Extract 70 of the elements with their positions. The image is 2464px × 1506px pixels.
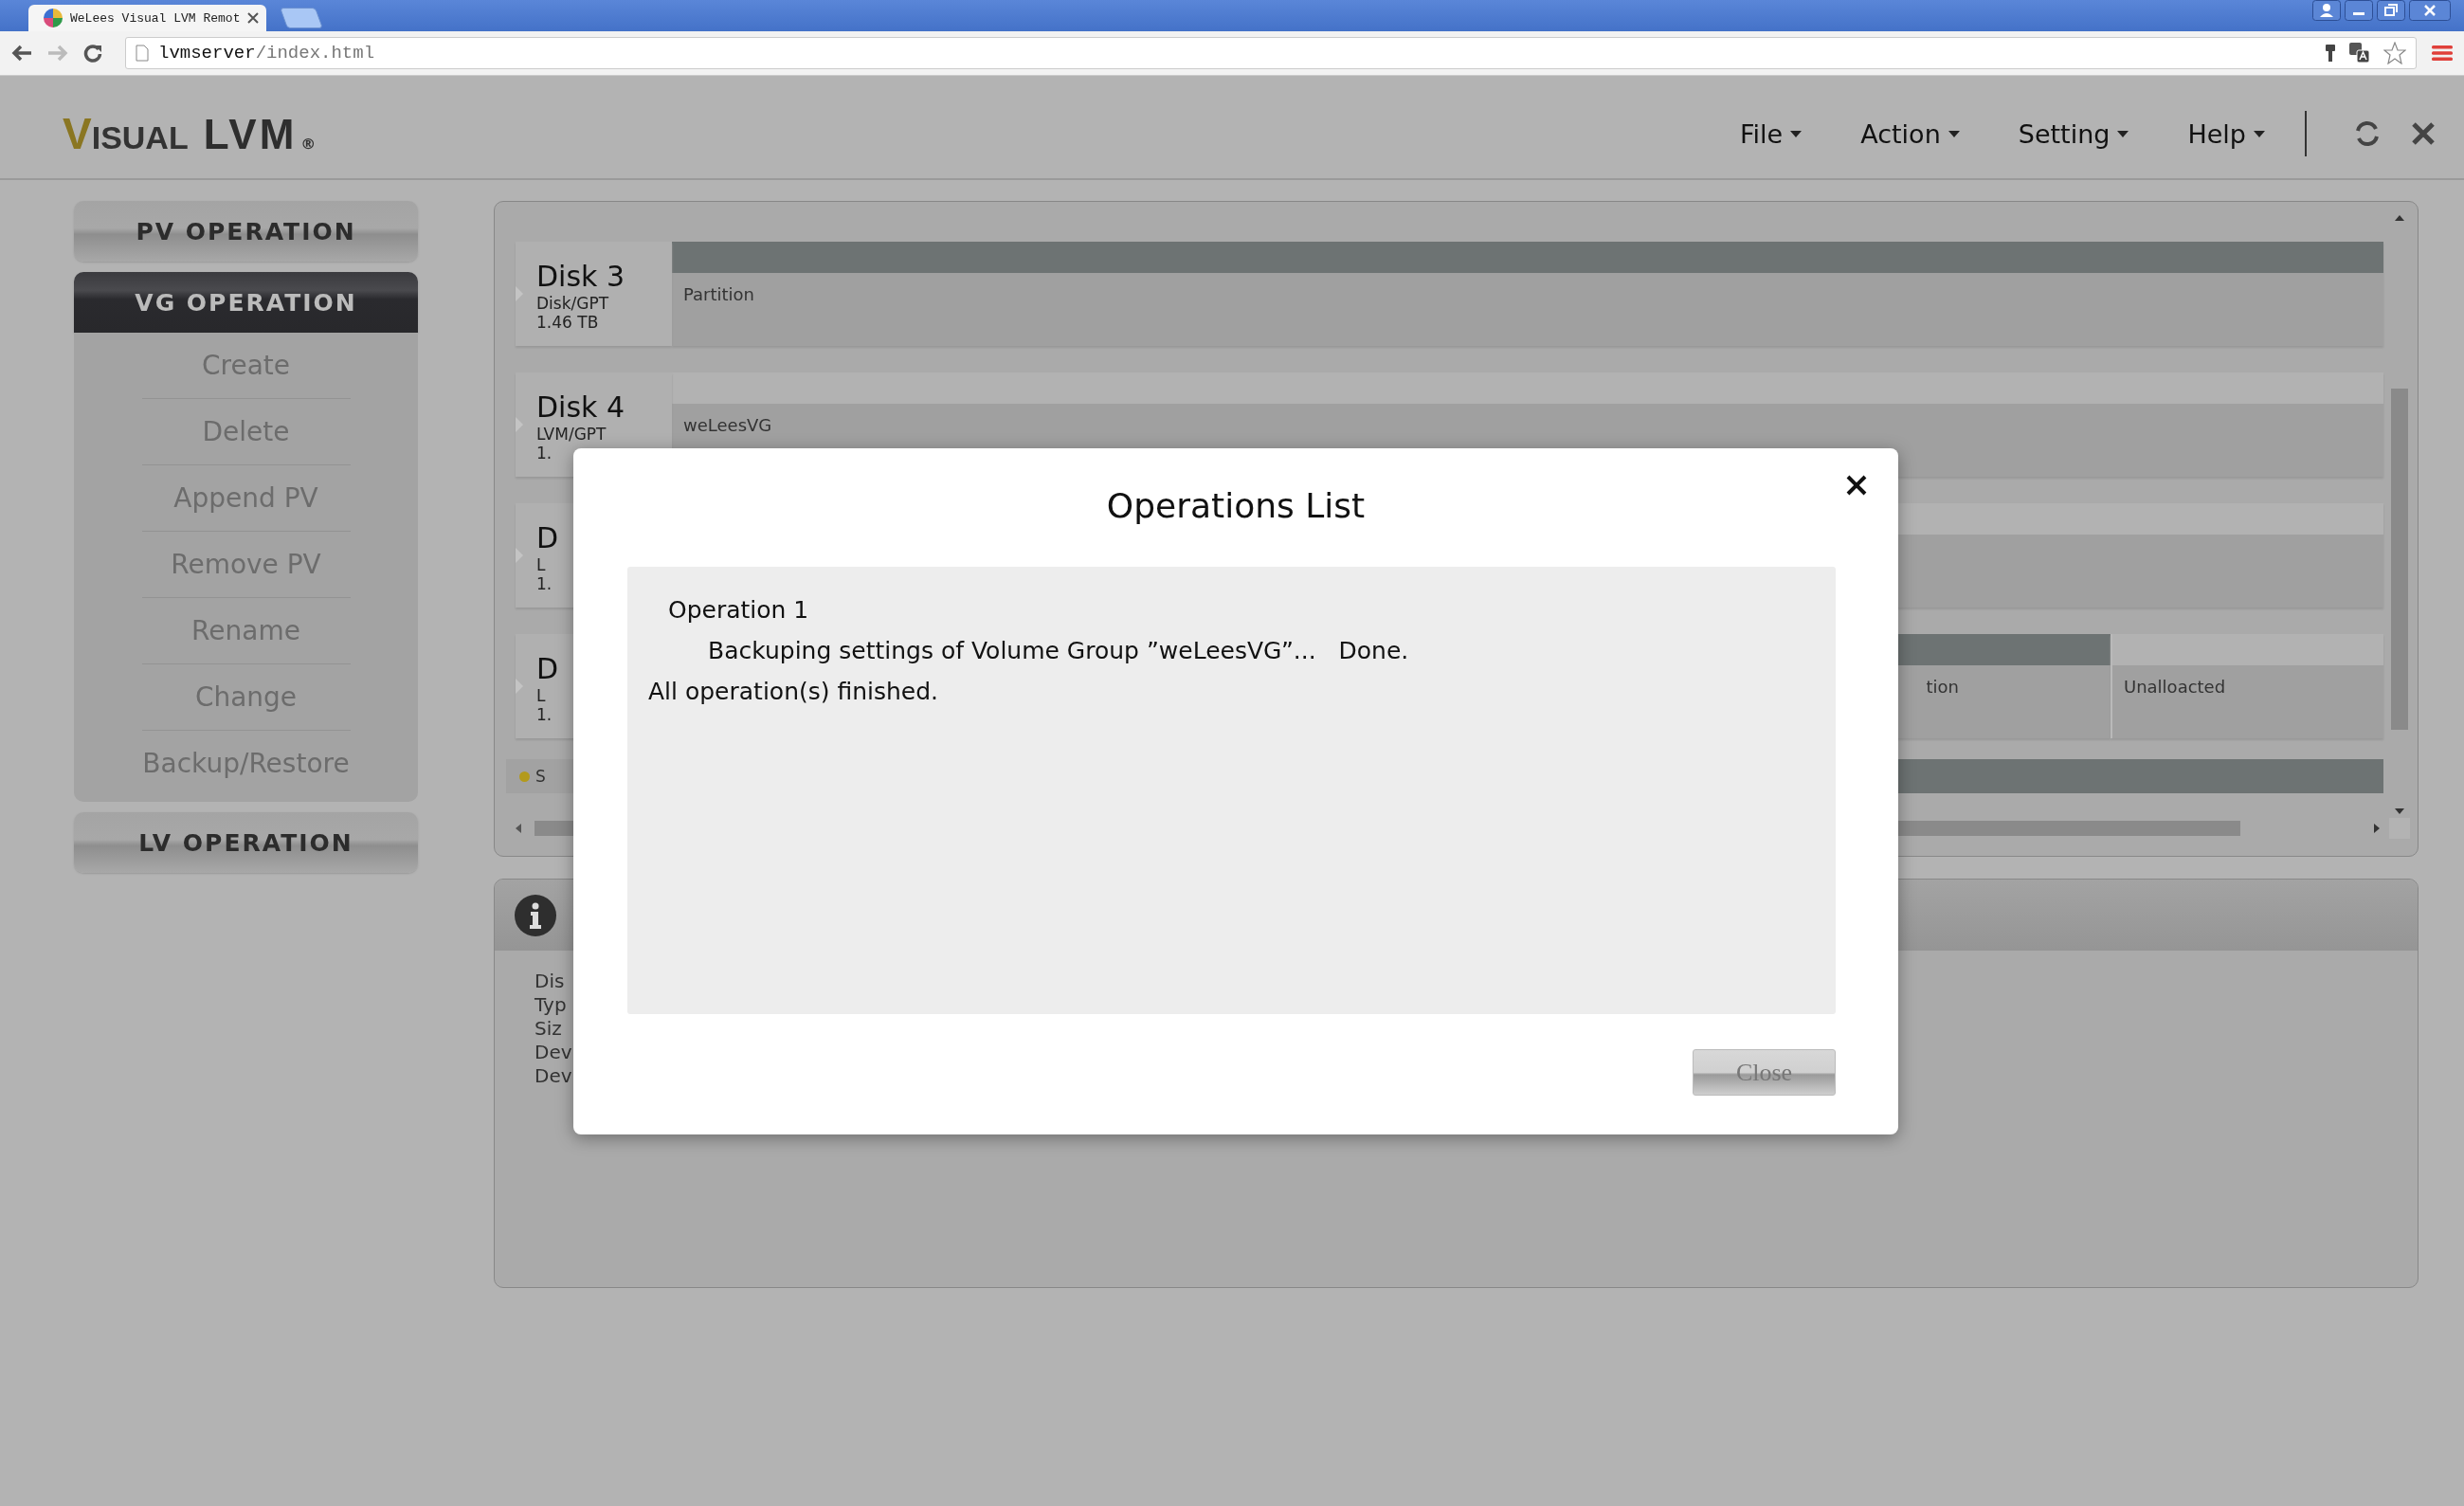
scroll-down-icon[interactable] <box>2395 808 2404 814</box>
partition-label: tion <box>1926 677 1959 699</box>
caret-icon <box>2117 130 2129 137</box>
disk-name: Disk 4 <box>536 391 625 425</box>
close-icon[interactable] <box>247 12 260 24</box>
scroll-left-icon[interactable] <box>516 824 521 833</box>
info-text: Siz <box>534 1017 562 1041</box>
menu-item[interactable]: Setting <box>2018 118 2129 149</box>
scrollbar-thumb[interactable] <box>2391 389 2408 730</box>
chevron-icon <box>516 417 523 432</box>
menu-icon[interactable] <box>2432 45 2453 62</box>
legend-label: S <box>535 767 546 786</box>
close-icon[interactable] <box>1845 474 1868 497</box>
reload-icon[interactable] <box>83 44 102 63</box>
translate-icon[interactable] <box>2349 43 2370 64</box>
forward-arrow-icon <box>47 45 68 62</box>
disk-size: 1. <box>536 443 553 463</box>
caret-icon <box>2254 130 2265 137</box>
chevron-icon <box>516 548 523 563</box>
scroll-up-icon[interactable] <box>2395 215 2404 221</box>
close-icon[interactable] <box>2409 0 2451 21</box>
scroll-right-icon[interactable] <box>2374 824 2380 833</box>
partition-label: weLeesVG <box>683 415 772 437</box>
address-field[interactable]: lvmserver/index.html <box>125 37 2417 69</box>
disk-name: D <box>536 653 559 686</box>
key-icon[interactable] <box>2325 44 2336 63</box>
tab-title: WeLees Visual LVM Remot <box>70 10 241 26</box>
info-icon <box>514 893 557 937</box>
disk-type: L <box>536 685 546 705</box>
disk-name: Disk 3 <box>536 261 625 294</box>
partition-label: Partition <box>683 284 754 306</box>
info-text: Dis <box>534 970 565 993</box>
disk-type: L <box>536 554 546 574</box>
chevron-icon <box>516 679 523 694</box>
disk-size: 1.46 TB <box>536 312 599 332</box>
info-text: Dev <box>534 1041 572 1064</box>
section-header[interactable]: VG OPERATION <box>74 272 418 333</box>
log-line: All operation(s) finished. <box>647 677 940 707</box>
section-header[interactable]: PV OPERATION <box>74 201 418 262</box>
restore-icon[interactable] <box>2377 0 2405 21</box>
menu-item[interactable]: Help <box>2187 118 2265 149</box>
refresh-icon[interactable] <box>2354 120 2381 147</box>
disk-size: 1. <box>536 704 553 724</box>
page-icon <box>136 45 149 62</box>
disk-type: Disk/GPT <box>536 293 609 313</box>
info-text: Dev <box>534 1064 572 1088</box>
star-icon[interactable] <box>2383 42 2406 64</box>
log-line: Operation 1 <box>667 595 810 626</box>
user-icon[interactable] <box>2312 0 2341 21</box>
caret-icon <box>1790 130 1803 137</box>
info-text: Typ <box>534 993 567 1017</box>
log-line: Backuping settings of Volume Group ”weLeesVG”... Done. <box>707 636 1410 666</box>
chevron-icon <box>516 286 523 301</box>
browser-tab[interactable]: WeLees Visual LVM Remot <box>28 5 267 31</box>
partition-label: Unalloacted <box>2124 677 2226 699</box>
minimize-icon[interactable] <box>2345 0 2373 21</box>
disk-name: D <box>536 522 559 555</box>
pie-icon <box>44 9 63 27</box>
disk-type: LVM/GPT <box>536 424 607 444</box>
back-arrow-icon[interactable] <box>11 45 32 62</box>
menu-item[interactable]: Action <box>1860 118 1960 149</box>
logo: VISUAL LVM® <box>63 108 317 159</box>
url-text: lvmserver/index.html <box>158 43 376 64</box>
new-tab-button[interactable] <box>280 8 324 28</box>
dialog-title: Operations List <box>1106 486 1366 525</box>
menu-item[interactable]: File <box>1740 118 1803 149</box>
caret-icon <box>1948 130 1960 137</box>
disk-label-card[interactable]: Disk 3 Disk/GPT 1.46 TB <box>516 242 672 346</box>
disk-size: 1. <box>536 573 553 593</box>
section-header[interactable]: LV OPERATION <box>74 812 418 873</box>
